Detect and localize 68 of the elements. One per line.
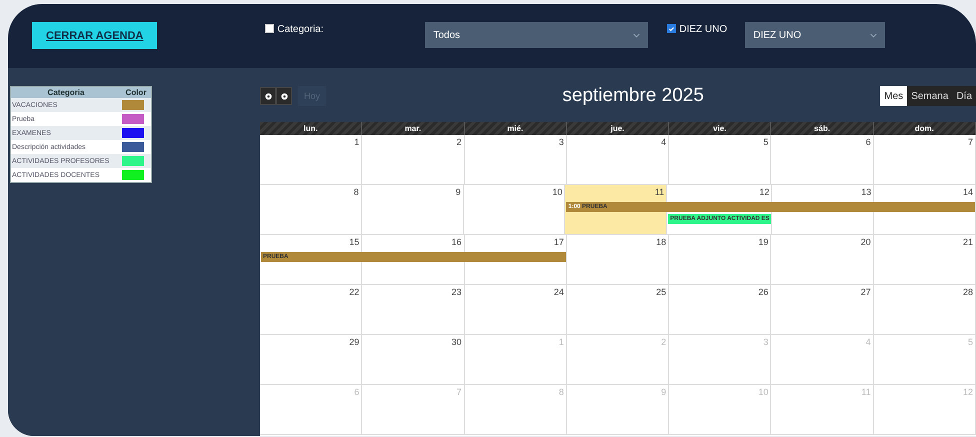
day-number: 21 [962, 237, 973, 247]
day-number: 23 [452, 287, 462, 297]
day-number: 10 [552, 187, 562, 197]
day-number: 14 [962, 187, 973, 197]
weekday-header: jue. [566, 122, 670, 135]
day-number: 18 [656, 237, 666, 247]
day-number: 10 [758, 387, 768, 397]
day-number: 11 [654, 187, 664, 197]
day-number: 30 [452, 337, 462, 347]
legend-header: Categoria [10, 86, 121, 98]
day-number: 12 [962, 387, 973, 397]
day-number: 1 [558, 337, 564, 347]
checkbox[interactable] [667, 24, 676, 33]
day-number: 7 [456, 387, 462, 397]
day-number: 6 [354, 387, 360, 397]
day-number: 11 [861, 387, 871, 397]
weekday-header: mar. [362, 122, 465, 135]
day-number: 12 [759, 187, 770, 197]
weekday-header: mié. [464, 122, 567, 135]
view-tab[interactable]: Día [952, 86, 976, 106]
chevron-down-icon [633, 32, 640, 38]
day-number: 17 [554, 237, 564, 247]
day-number: 13 [861, 187, 872, 197]
day-number: 8 [558, 387, 564, 397]
filter-label: Categoria: [277, 24, 324, 35]
day-number: 1 [354, 137, 360, 147]
close-agenda-button[interactable]: CERRAR AGENDA [32, 22, 158, 49]
checkbox[interactable] [265, 24, 274, 33]
calendar-title: septiembre 2025 [562, 85, 704, 107]
day-number: 4 [661, 137, 666, 147]
day-number: 19 [758, 237, 768, 247]
day-number: 16 [452, 237, 462, 247]
day-number: 3 [763, 337, 768, 347]
legend-header: Color [121, 86, 152, 98]
day-number: 24 [554, 287, 564, 297]
previous-button[interactable] [260, 87, 276, 105]
circle-icon [264, 92, 272, 100]
weekday-header: lun. [260, 122, 362, 135]
day-number: 8 [354, 187, 359, 197]
day-number: 7 [968, 137, 973, 147]
day-number: 3 [558, 137, 564, 147]
filter-dropdown[interactable]: Todos [425, 22, 648, 48]
day-number: 27 [860, 287, 871, 297]
day-number: 29 [349, 337, 360, 347]
day-number: 6 [866, 137, 871, 147]
view-tab[interactable]: Semana [907, 86, 952, 106]
chevron-down-icon [870, 32, 878, 38]
filter-dropdown[interactable]: DIEZ UNO [745, 22, 886, 48]
day-number: 9 [661, 387, 666, 397]
day-number: 5 [968, 337, 973, 347]
day-number: 9 [456, 187, 461, 197]
weekday-header: dom. [874, 122, 976, 135]
weekday-header: vie. [669, 122, 772, 135]
next-button[interactable] [276, 87, 292, 105]
day-number: 20 [860, 237, 871, 247]
day-number: 22 [349, 287, 360, 297]
day-number: 4 [866, 337, 871, 347]
circle-icon [280, 92, 288, 100]
day-number: 25 [656, 287, 666, 297]
day-number: 26 [758, 287, 768, 297]
day-number: 28 [962, 287, 973, 297]
day-number: 15 [349, 237, 360, 247]
filter-label: DIEZ UNO [679, 24, 728, 35]
day-number: 2 [661, 337, 666, 347]
day-number: 5 [763, 137, 768, 147]
view-tab[interactable]: Mes [880, 86, 908, 106]
weekday-header: sáb. [771, 122, 874, 135]
day-number: 2 [456, 137, 462, 147]
